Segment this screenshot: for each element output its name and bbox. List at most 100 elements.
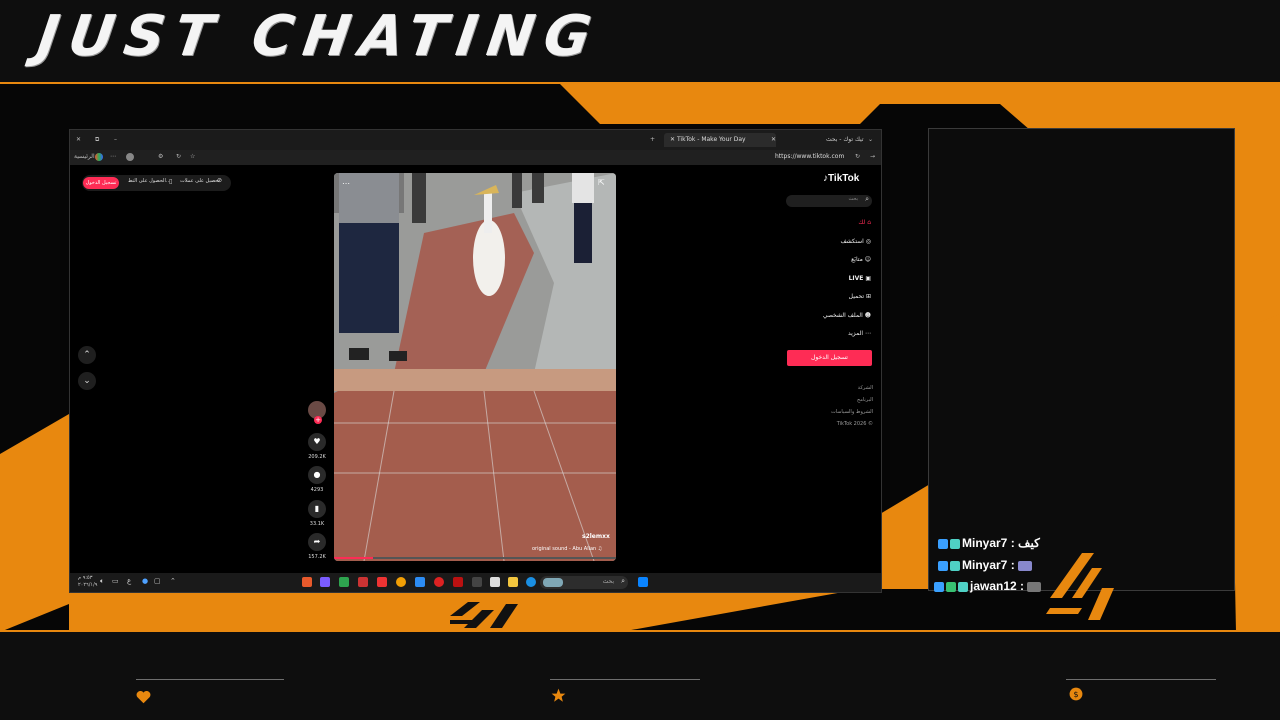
search-icon[interactable]: ⌕ <box>865 195 869 204</box>
back-arrow-icon[interactable]: → <box>870 151 875 163</box>
star-icon <box>551 688 566 702</box>
nav-upload[interactable]: تحميل ⊞ <box>849 291 871 303</box>
badge-icon <box>946 581 956 592</box>
share-count: 157.2K <box>308 554 326 560</box>
nav-for-you[interactable]: لك ⌂ <box>858 217 871 229</box>
follow-plus-icon[interactable]: + <box>314 416 322 424</box>
tiktok-page: تسجيل الدخول الحصول على التط... ▯ تحصيل … <box>70 165 881 573</box>
brave-app-icon[interactable] <box>302 577 312 587</box>
favorite-star-icon[interactable]: ☆ <box>190 151 195 163</box>
badge-icon <box>938 538 948 549</box>
app-icon[interactable] <box>358 577 368 587</box>
taskbar-clock[interactable]: ٩:٥٣ م ٢٠٢٦/١/٩ <box>78 575 97 589</box>
nav-profile[interactable]: الملف الشخصي ☻ <box>823 310 871 322</box>
keyboard-language[interactable]: ع <box>127 577 131 585</box>
stream-title: JUST CHATING <box>33 4 605 69</box>
video-username[interactable]: s2lemxx <box>582 533 610 540</box>
video-sound[interactable]: original sound - Abu Allan ♫ <box>532 546 602 552</box>
app-icon[interactable] <box>339 577 349 587</box>
footer-link-company[interactable]: الشركة <box>831 382 873 394</box>
bookmark-home[interactable]: الرئيسية <box>74 151 95 163</box>
chat-username[interactable]: Minyar7 <box>962 536 1007 550</box>
badge-icon <box>938 560 948 571</box>
refresh-icon[interactable]: ↻ <box>176 151 181 163</box>
chat-username[interactable]: jawan12 <box>970 579 1017 593</box>
tab-close-icon[interactable]: ✕ <box>670 136 677 143</box>
like-count: 209.2K <box>308 454 326 460</box>
footer-divider <box>550 679 700 680</box>
app-icon[interactable] <box>434 577 444 587</box>
app-icon[interactable] <box>377 577 387 587</box>
captured-desktop: ✕ ⧉ – + ✕ TikTok - Make Your Day ✕ تيك ت… <box>69 129 882 593</box>
bookmark-button[interactable]: ▮ <box>308 500 326 518</box>
app-icon[interactable] <box>453 577 463 587</box>
sidebar-login-button[interactable]: تسجيل الدخول <box>787 350 872 366</box>
get-coins-link[interactable]: تحصيل على عملات <box>180 178 220 184</box>
video-progress-fill <box>334 557 374 559</box>
compass-icon: ◎ <box>865 238 871 245</box>
video-more-icon[interactable]: ⋯ <box>342 179 350 188</box>
close-window-icon[interactable]: ✕ <box>76 134 81 146</box>
footer-link-program[interactable]: البرنامج <box>831 394 873 406</box>
menu-icon[interactable]: ⋯ <box>110 151 116 163</box>
browser-profile-icon[interactable] <box>95 153 103 161</box>
search-highlight-image <box>543 578 563 587</box>
tab-list-icon[interactable]: ⌄ <box>868 134 873 146</box>
nav-label: تحميل <box>848 293 865 300</box>
taskbar-search-placeholder: بحث <box>602 578 614 585</box>
top-login-button[interactable]: تسجيل الدخول <box>83 177 119 189</box>
edge-app-icon[interactable] <box>526 577 536 587</box>
comment-count: 4293 <box>310 487 324 493</box>
microphone-icon[interactable]: ● <box>142 577 148 585</box>
fullscreen-icon[interactable]: ⇱ <box>598 178 605 187</box>
footer-link-terms[interactable]: الشروط والسياسات <box>831 406 873 418</box>
chrome-app-icon[interactable] <box>396 577 406 587</box>
footer-links: الشركة البرنامج الشروط والسياسات TikTok … <box>831 382 873 430</box>
browser-tab-tiktok[interactable]: ✕ TikTok - Make Your Day <box>664 133 776 147</box>
search-input[interactable]: بحث ⌕ <box>786 195 872 207</box>
nav-live[interactable]: LIVE ▣ <box>849 273 871 285</box>
account-avatar[interactable] <box>126 153 134 161</box>
like-button[interactable]: ♥ <box>308 433 326 451</box>
video-progress-track[interactable] <box>334 557 616 559</box>
browser-tab-search[interactable]: ✕ تيك توك - بحث <box>767 133 868 147</box>
nav-explore[interactable]: استكشف ◎ <box>840 236 871 248</box>
previous-video-button[interactable]: ⌃ <box>78 346 96 364</box>
tab-label: TikTok - Make Your Day <box>676 136 746 143</box>
comment-button[interactable]: ● <box>308 466 326 484</box>
get-app-link[interactable]: الحصول على التط... <box>128 178 171 184</box>
chat-username[interactable]: Minyar7 <box>962 558 1007 572</box>
channel-logo-icon <box>1046 553 1114 620</box>
app-icon[interactable] <box>472 577 482 587</box>
new-tab-icon[interactable]: + <box>650 134 655 146</box>
taskbar-search[interactable]: بحث ⌕ <box>540 576 628 589</box>
nav-label: الملف الشخصي <box>822 312 863 319</box>
following-icon: ☺ <box>864 256 871 263</box>
volume-icon[interactable]: 🔈︎ <box>100 577 104 586</box>
app-icon[interactable] <box>320 577 330 587</box>
search-icon: ⌕ <box>621 577 625 585</box>
minimize-window-icon[interactable]: – <box>114 134 117 146</box>
file-explorer-icon[interactable] <box>508 577 518 587</box>
windows-start-icon[interactable] <box>638 577 648 587</box>
share-button[interactable]: ➦ <box>308 533 326 551</box>
notification-icon[interactable]: ▢ <box>154 577 161 585</box>
extensions-icon[interactable]: ⚙ <box>158 151 163 163</box>
address-field[interactable]: https://www.tiktok.com <box>775 151 844 163</box>
badge-icon <box>950 560 960 571</box>
nav-more[interactable]: المزيد ⋯ <box>848 328 871 340</box>
next-video-button[interactable]: ⌄ <box>78 372 96 390</box>
video-player[interactable]: ⋯ ⇱ s2lemxx original sound - Abu Allan ♫ <box>334 173 616 561</box>
tab-close-icon[interactable]: ✕ <box>771 136 778 143</box>
reload-icon[interactable]: ↻ <box>855 151 860 163</box>
tray-chevron-icon[interactable]: ⌃ <box>170 577 176 585</box>
dollar-icon: $ <box>1069 687 1083 701</box>
network-icon[interactable]: ▭ <box>112 577 119 585</box>
steam-app-icon[interactable] <box>415 577 425 587</box>
restore-window-icon[interactable]: ⧉ <box>95 134 99 146</box>
home-icon: ⌂ <box>867 219 871 226</box>
nav-following[interactable]: متابَع ☺ <box>851 254 871 266</box>
bookmark-count: 33.1K <box>309 521 325 527</box>
app-icon[interactable] <box>490 577 500 587</box>
footer-copyright: TikTok 2026 © <box>836 421 873 427</box>
